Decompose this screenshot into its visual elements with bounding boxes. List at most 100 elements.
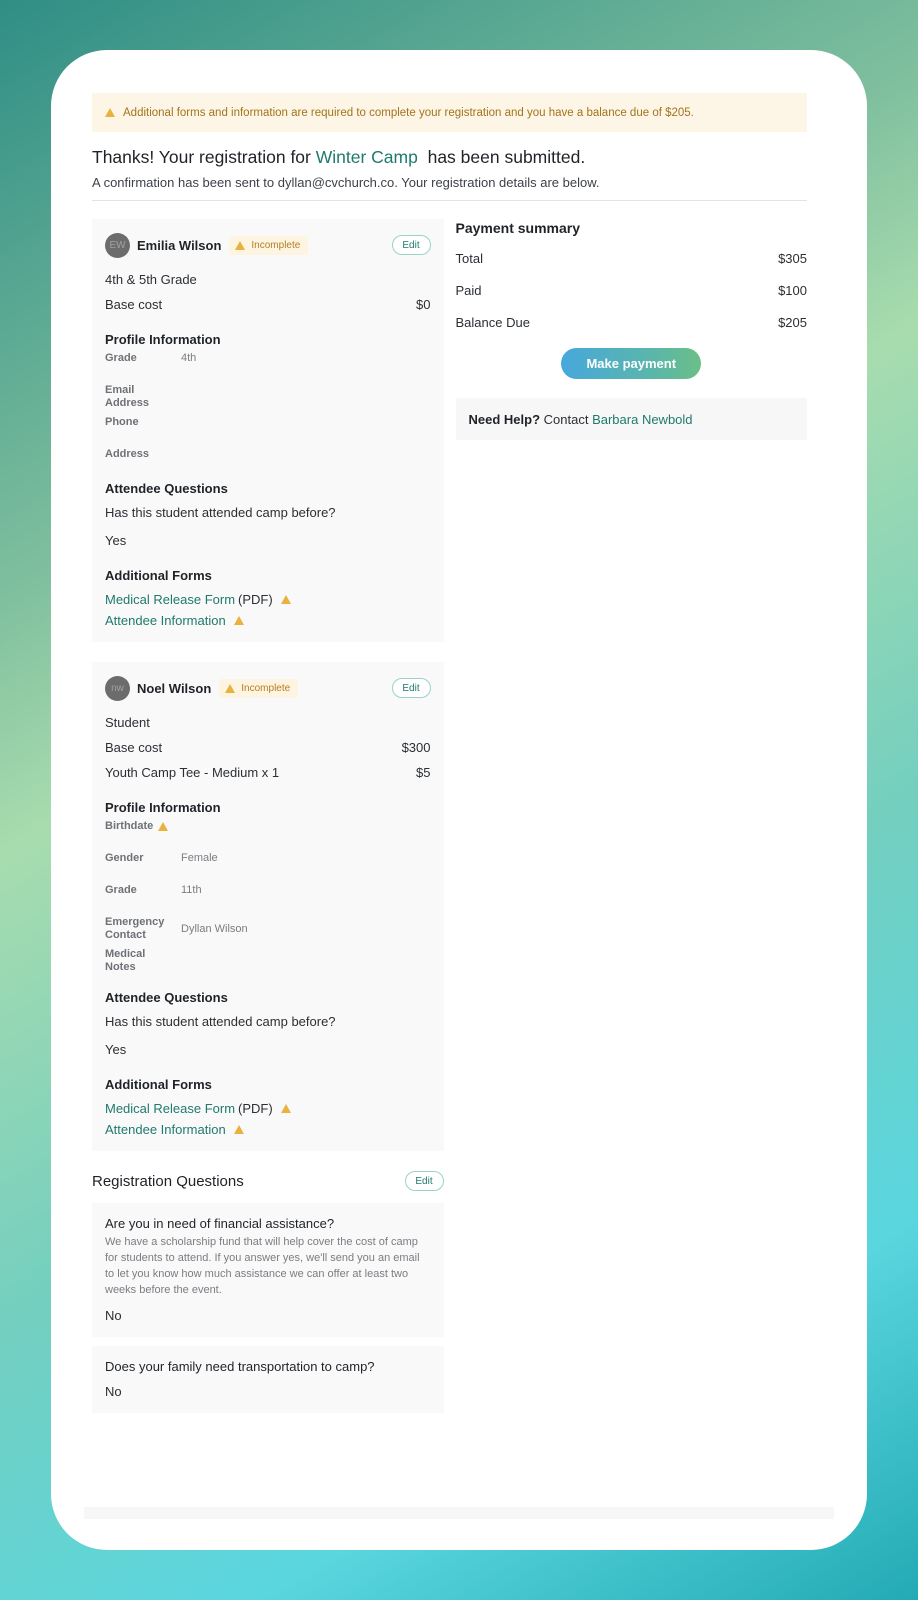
page-title: Thanks! Your registration for Winter Cam… bbox=[92, 147, 807, 168]
profile-label: Grade bbox=[105, 352, 137, 364]
profile-value: Dyllan Wilson bbox=[181, 922, 248, 935]
avatar: nw bbox=[105, 675, 130, 701]
help-text: Contact bbox=[543, 412, 589, 427]
contact-link[interactable]: Barbara Newbold bbox=[592, 412, 692, 427]
attendee-question: Has this student attended camp before? bbox=[105, 505, 336, 520]
form-link-label[interactable]: Medical Release Form bbox=[105, 1101, 235, 1116]
profile-label-text: Birthdate bbox=[105, 820, 154, 832]
profile-label: Phone bbox=[105, 416, 139, 428]
line-item-amount: $5 bbox=[416, 765, 431, 780]
warning-icon bbox=[225, 683, 236, 693]
registration-content: Additional forms and information are req… bbox=[92, 93, 807, 1413]
form-link-label[interactable]: Medical Release Form bbox=[105, 592, 235, 607]
warning-icon bbox=[280, 1104, 291, 1113]
registration-question: Does your family need transportation to … bbox=[105, 1359, 375, 1374]
status-badge: Incomplete bbox=[219, 678, 299, 698]
questions-title: Attendee Questions bbox=[105, 481, 228, 496]
registration-question: Are you in need of financial assistance? bbox=[105, 1216, 335, 1231]
line-item: Youth Camp Tee - Medium x 1 $5 bbox=[105, 765, 431, 780]
footer-strip bbox=[84, 1507, 834, 1519]
payment-row-paid: Paid $100 bbox=[456, 283, 808, 298]
registration-question-card: Are you in need of financial assistance?… bbox=[92, 1203, 444, 1337]
profile-row: Phone bbox=[105, 416, 431, 442]
attendees-column: EW Emilia Wilson Incomplete Edit 4th & 5… bbox=[92, 219, 444, 1413]
payment-row-balance-due: Balance Due $205 bbox=[456, 315, 808, 330]
questions-title: Attendee Questions bbox=[105, 990, 228, 1005]
registration-questions-title: Registration Questions bbox=[92, 1172, 244, 1190]
attendee-card: EW Emilia Wilson Incomplete Edit 4th & 5… bbox=[92, 219, 444, 642]
registration-answer: No bbox=[105, 1384, 122, 1399]
line-item: Base cost $300 bbox=[105, 740, 431, 755]
line-item-label: Base cost bbox=[105, 740, 163, 755]
payment-label: Total bbox=[455, 251, 483, 266]
profile-label: Address bbox=[105, 448, 150, 460]
make-payment-button[interactable]: Make payment bbox=[561, 348, 702, 379]
alert-text: Additional forms and information are req… bbox=[123, 106, 694, 119]
payment-label: Balance Due bbox=[455, 315, 530, 330]
group-label: Student bbox=[105, 715, 150, 730]
status-text: Incomplete bbox=[251, 239, 301, 251]
payment-value: $205 bbox=[778, 315, 807, 330]
help-label: Need Help? bbox=[468, 412, 541, 427]
payment-summary-title: Payment summary bbox=[455, 220, 581, 236]
profile-row: Birthdate bbox=[105, 820, 431, 846]
payment-value: $305 bbox=[778, 251, 807, 266]
payment-label: Paid bbox=[455, 283, 482, 298]
status-badge: Incomplete bbox=[229, 235, 309, 255]
forms-title: Additional Forms bbox=[105, 1077, 212, 1092]
avatar: EW bbox=[105, 232, 130, 258]
profile-label: Gender bbox=[105, 852, 144, 864]
payment-row-total: Total $305 bbox=[456, 251, 808, 266]
form-type: (PDF) bbox=[238, 1101, 273, 1116]
profile-label: Emergency Contact bbox=[105, 916, 165, 941]
attendee-question: Has this student attended camp before? bbox=[105, 1014, 336, 1029]
warning-icon bbox=[105, 108, 115, 117]
payment-column: Payment summary Total $305 Paid $100 Bal… bbox=[455, 219, 808, 440]
divider bbox=[92, 200, 807, 201]
warning-icon bbox=[233, 616, 244, 625]
line-item-amount: $300 bbox=[401, 740, 431, 755]
help-box: Need Help? Contact Barbara Newbold bbox=[455, 398, 807, 440]
event-name: Winter Camp bbox=[315, 147, 418, 167]
form-link-medical-release[interactable]: Medical Release Form (PDF) bbox=[105, 592, 431, 607]
status-text: Incomplete bbox=[241, 682, 291, 694]
profile-value: 11th bbox=[181, 884, 202, 896]
form-link-attendee-information[interactable]: Attendee Information bbox=[105, 1122, 431, 1137]
line-item-label: Base cost bbox=[105, 297, 163, 312]
form-link-label[interactable]: Attendee Information bbox=[105, 613, 226, 628]
profile-value: 4th bbox=[181, 352, 197, 364]
attendee-name: Noel Wilson bbox=[137, 680, 212, 696]
profile-row: Grade 11th bbox=[105, 884, 431, 910]
line-item: Base cost $0 bbox=[105, 297, 431, 312]
profile-row: Address bbox=[105, 448, 431, 474]
form-link-medical-release[interactable]: Medical Release Form (PDF) bbox=[105, 1101, 431, 1116]
form-link-label[interactable]: Attendee Information bbox=[105, 1122, 226, 1137]
line-item-amount: $0 bbox=[416, 297, 431, 312]
attendee-group: Student bbox=[105, 715, 431, 730]
registration-answer: No bbox=[105, 1308, 122, 1323]
payment-value: $100 bbox=[778, 283, 807, 298]
profile-label: Email Address bbox=[105, 384, 150, 409]
edit-attendee-button[interactable]: Edit bbox=[391, 235, 431, 255]
profile-label: Medical Notes bbox=[105, 948, 146, 973]
profile-title: Profile Information bbox=[105, 332, 221, 347]
warning-icon bbox=[233, 1125, 244, 1134]
warning-icon bbox=[280, 595, 291, 604]
profile-row: Email Address bbox=[105, 384, 431, 410]
attendee-group: 4th & 5th Grade bbox=[105, 272, 431, 287]
registration-questions-header: Registration Questions Edit bbox=[92, 1171, 444, 1191]
line-item-label: Youth Camp Tee - Medium x 1 bbox=[105, 765, 280, 780]
profile-value: Female bbox=[181, 852, 218, 864]
form-link-attendee-information[interactable]: Attendee Information bbox=[105, 613, 431, 628]
confirmation-text: A confirmation has been sent to dyllan@c… bbox=[92, 175, 600, 190]
forms-title: Additional Forms bbox=[105, 568, 212, 583]
registration-question-description: We have a scholarship fund that will hel… bbox=[105, 1236, 420, 1296]
headline-suffix: has been submitted. bbox=[427, 147, 586, 167]
profile-row: Grade 4th bbox=[105, 352, 431, 378]
form-type: (PDF) bbox=[238, 592, 273, 607]
balance-alert: Additional forms and information are req… bbox=[92, 93, 807, 132]
edit-registration-questions-button[interactable]: Edit bbox=[404, 1171, 444, 1191]
profile-label: Birthdate bbox=[105, 820, 181, 833]
warning-icon bbox=[235, 240, 246, 250]
edit-attendee-button[interactable]: Edit bbox=[391, 678, 431, 698]
